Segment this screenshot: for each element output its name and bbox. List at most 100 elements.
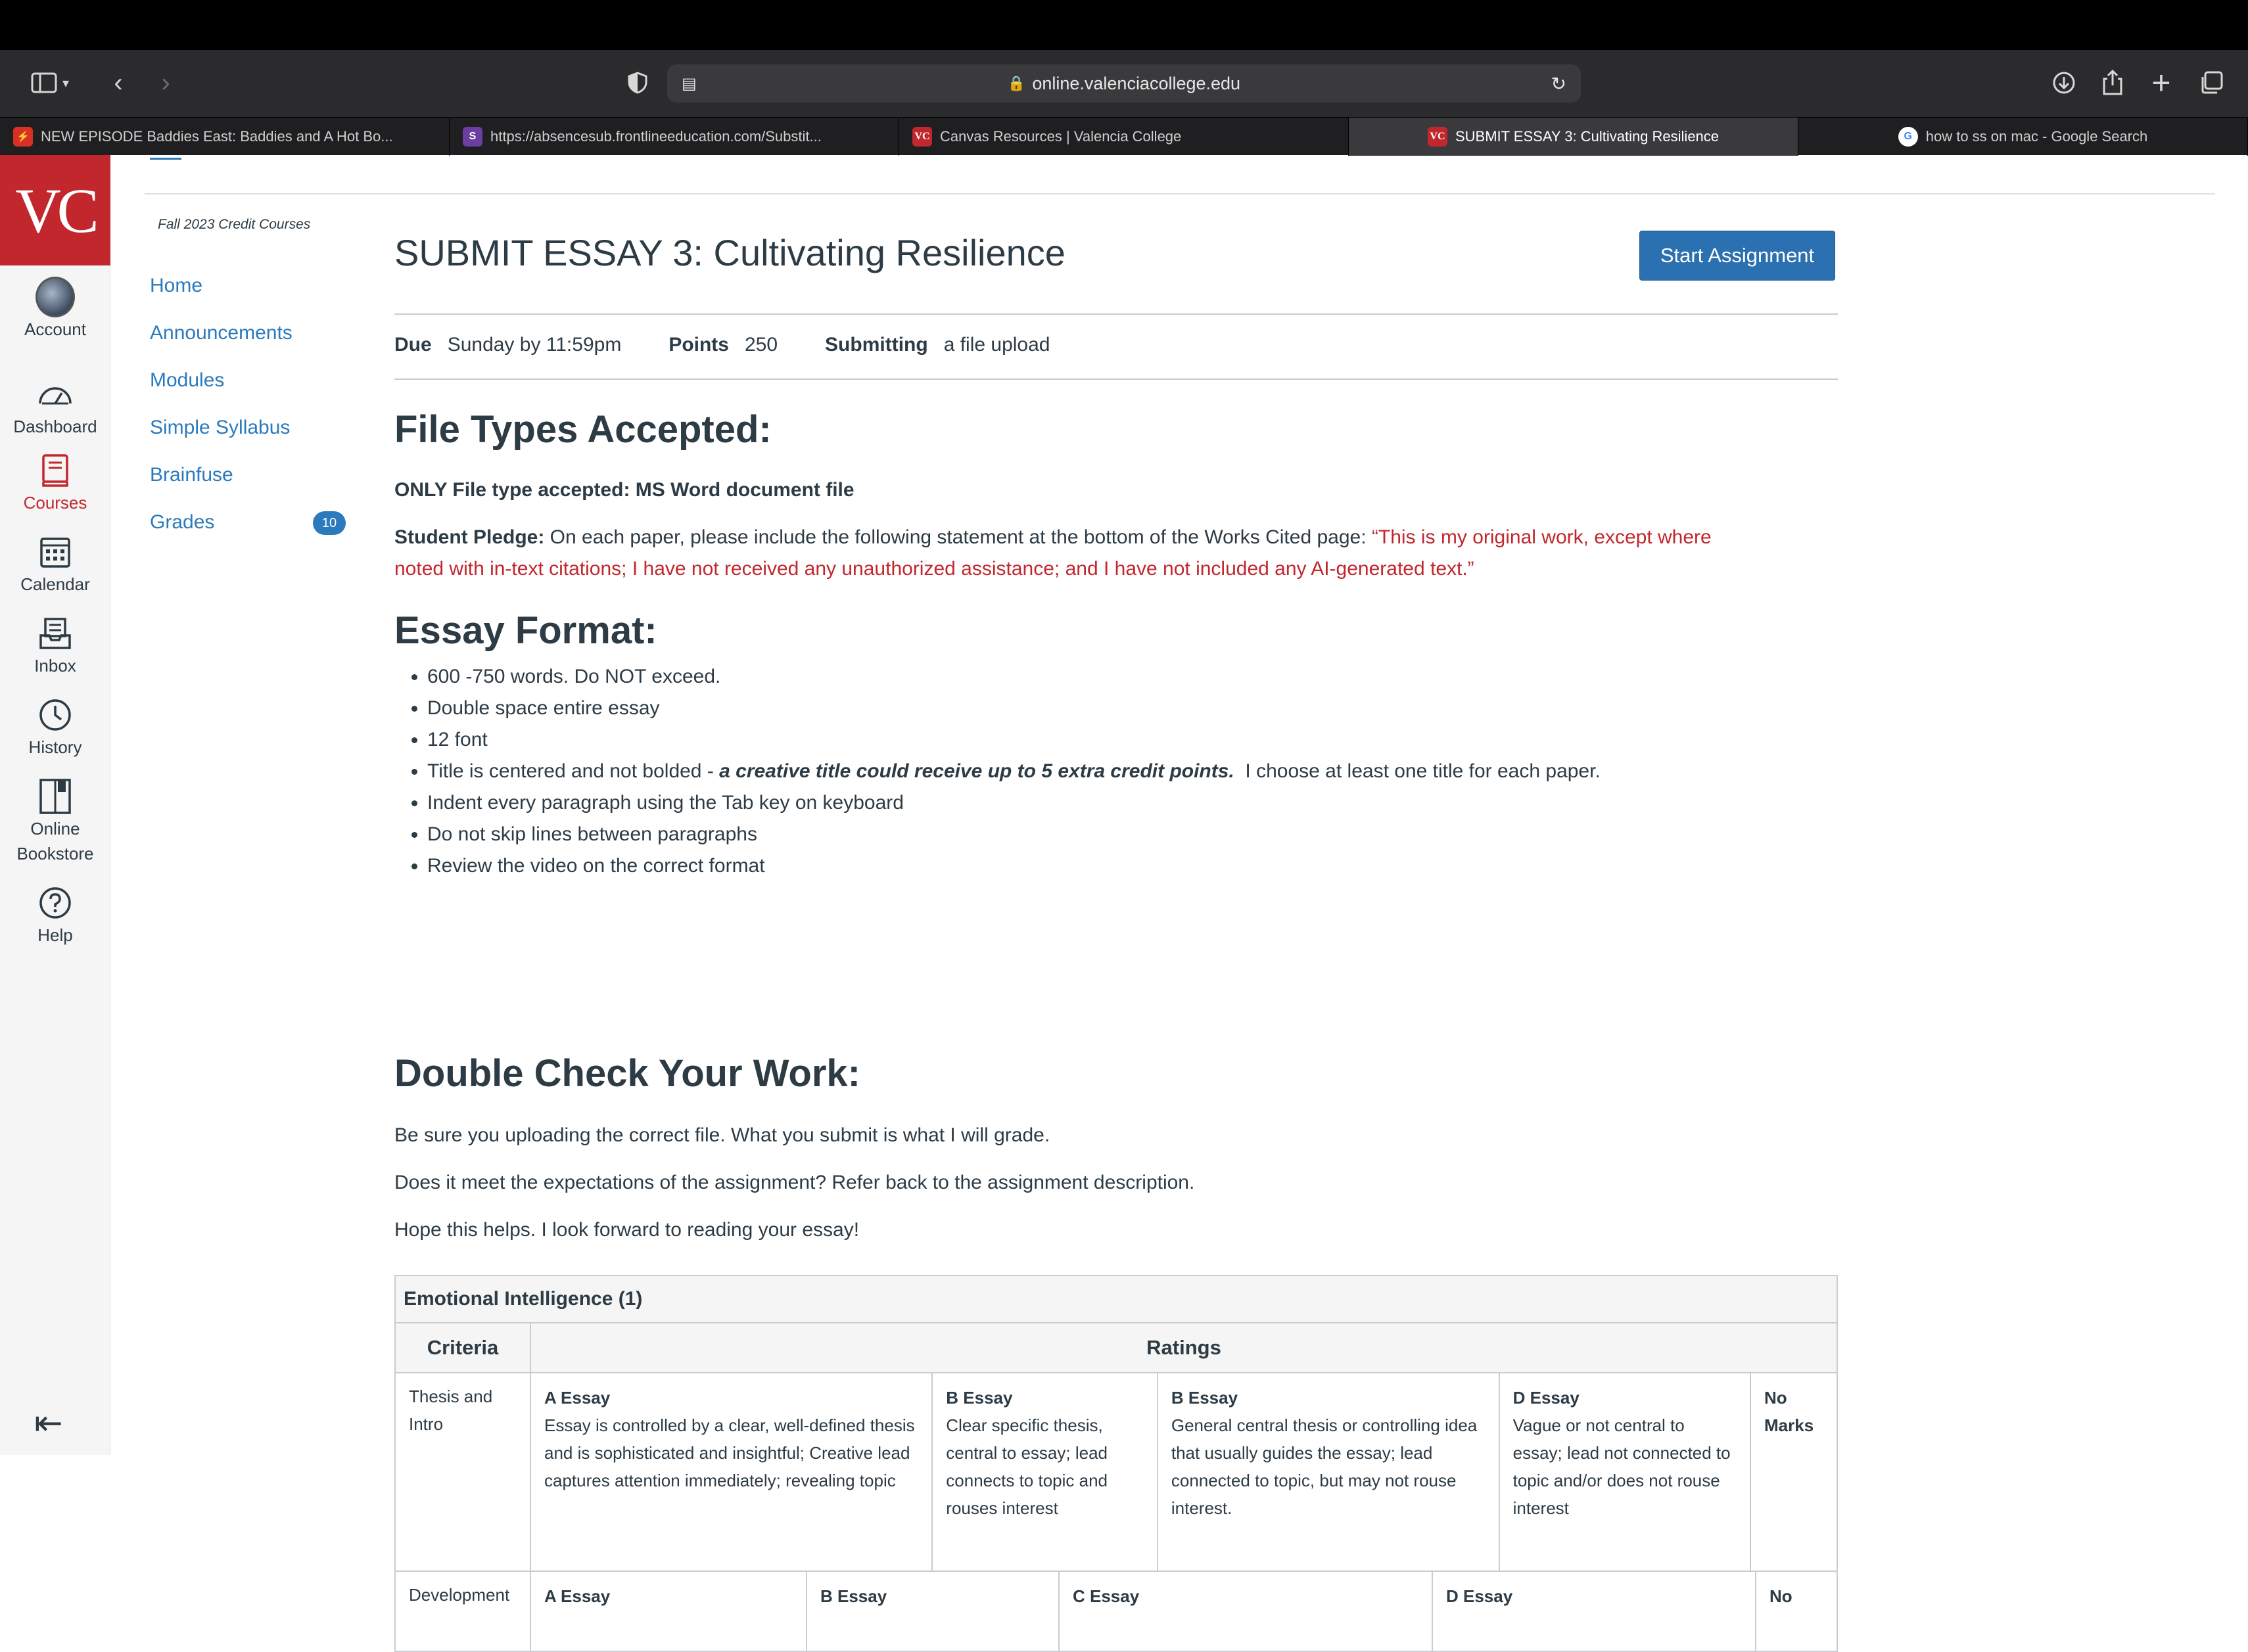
tab-canvas-resources[interactable]: VC Canvas Resources | Valencia College <box>899 118 1349 156</box>
pledge-text: On each paper, please include the follow… <box>544 526 1372 548</box>
points-label: Points <box>668 334 729 356</box>
rating-description: General central thesis or controlling id… <box>1171 1415 1478 1518</box>
pledge-quote: noted with in-text citations; I have not… <box>394 558 1474 580</box>
share-icon[interactable] <box>2098 63 2127 103</box>
rubric-header: Criteria Ratings <box>396 1323 1837 1373</box>
frontline-favicon-icon: S <box>463 127 482 147</box>
tab-overview-icon[interactable] <box>2197 63 2226 103</box>
table-row: Development A Essay B Essay C Essay D Es… <box>396 1572 1837 1651</box>
downloads-icon[interactable] <box>2049 63 2078 103</box>
global-nav-history[interactable]: History <box>0 695 110 760</box>
global-nav-calendar[interactable]: Calendar <box>0 532 110 597</box>
global-nav-help[interactable]: Help <box>0 883 110 948</box>
list-item: 600 -750 words. Do NOT exceed. <box>427 661 1601 693</box>
rating-title: A Essay <box>544 1388 611 1408</box>
vc-favicon-icon: VC <box>912 127 932 147</box>
rating-description: Vague or not central to essay; lead not … <box>1512 1415 1731 1518</box>
course-nav-syllabus[interactable]: Simple Syllabus <box>150 417 290 439</box>
pledge-quote: “This is my original work, except where <box>1371 526 1712 548</box>
submitting-label: Submitting <box>825 334 928 356</box>
rating-title: C Essay <box>1073 1586 1140 1606</box>
course-nav-brainfuse[interactable]: Brainfuse <box>150 464 233 486</box>
sidebar-toggle-icon[interactable]: ▾ <box>24 63 76 103</box>
collapse-nav-icon[interactable]: ⇤ <box>34 1404 63 1443</box>
divider <box>394 379 1838 380</box>
tab-label: Canvas Resources | Valencia College <box>940 128 1182 145</box>
tab-baddies[interactable]: ⚡ NEW EPISODE Baddies East: Baddies and … <box>0 118 450 156</box>
tab-label: SUBMIT ESSAY 3: Cultivating Resilience <box>1455 128 1720 145</box>
rating-title: D Essay <box>1446 1586 1513 1606</box>
global-nav-account[interactable]: Account <box>0 277 110 342</box>
due-value: Sunday by 11:59pm <box>447 334 622 356</box>
heading-double-check: Double Check Your Work: <box>394 1052 860 1095</box>
address-bar[interactable]: ▤ 🔒 online.valenciacollege.edu ↻ <box>667 64 1581 103</box>
bolt-favicon-icon: ⚡ <box>13 127 33 147</box>
tab-absencesub[interactable]: S https://absencesub.frontlineeducation.… <box>450 118 899 156</box>
criterion-name: Thesis and Intro <box>396 1373 531 1571</box>
clock-icon <box>35 695 75 735</box>
double-check-line: Hope this helps. I look forward to readi… <box>394 1219 860 1241</box>
start-assignment-button[interactable]: Start Assignment <box>1639 231 1835 281</box>
forward-icon[interactable]: › <box>152 63 179 103</box>
double-check-line: Be sure you uploading the correct file. … <box>394 1124 1050 1146</box>
reader-icon[interactable]: ▤ <box>682 74 697 93</box>
global-nav-bookstore[interactable]: Online Bookstore <box>0 777 110 866</box>
list-item: Do not skip lines between paragraphs <box>427 819 1601 850</box>
help-icon <box>35 883 75 923</box>
course-nav-grades[interactable]: Grades <box>150 511 214 534</box>
nav-label: History <box>28 737 82 757</box>
course-nav-announcements[interactable]: Announcements <box>150 322 293 344</box>
list-item: Review the video on the correct format <box>427 850 1601 882</box>
rating-cell: C Essay <box>1060 1572 1433 1651</box>
rating-title: No <box>1769 1586 1792 1606</box>
breadcrumb[interactable] <box>150 158 181 160</box>
lock-icon: 🔒 <box>1007 75 1026 91</box>
rating-title: D Essay <box>1512 1388 1580 1408</box>
submitting-value: a file upload <box>943 334 1050 356</box>
tab-submit-essay[interactable]: VC SUBMIT ESSAY 3: Cultivating Resilienc… <box>1349 118 1798 156</box>
global-nav-dashboard[interactable]: Dashboard <box>0 375 110 439</box>
rating-cell: B Essay General central thesis or contro… <box>1158 1373 1500 1571</box>
pledge-label: Student Pledge: <box>394 526 545 548</box>
google-favicon-icon: G <box>1898 127 1918 147</box>
course-nav-home[interactable]: Home <box>150 275 202 297</box>
rubric-title: Emotional Intelligence (1) <box>396 1276 1837 1323</box>
page-title: SUBMIT ESSAY 3: Cultivating Resilience <box>394 232 1065 273</box>
list-item: Title is centered and not bolded - a cre… <box>427 756 1601 787</box>
vc-logo[interactable]: VC <box>0 155 110 265</box>
open-book-icon <box>35 777 75 816</box>
ratings-header: Ratings <box>1146 1336 1221 1359</box>
back-icon[interactable]: ‹ <box>105 63 131 103</box>
rubric-table: Emotional Intelligence (1) Criteria Rati… <box>394 1275 1838 1652</box>
reload-icon[interactable]: ↻ <box>1551 73 1566 95</box>
tab-label: https://absencesub.frontlineeducation.co… <box>490 128 822 145</box>
table-row: Thesis and Intro A Essay Essay is contro… <box>396 1373 1837 1572</box>
rating-description: Essay is controlled by a clear, well-def… <box>544 1415 915 1490</box>
privacy-shield-icon[interactable] <box>623 63 652 103</box>
nav-label: Help <box>37 925 73 945</box>
divider <box>394 313 1838 315</box>
tab-google-search[interactable]: G how to ss on mac - Google Search <box>1798 118 2248 156</box>
rating-cell: No Marks <box>1751 1373 1837 1571</box>
points-value: 250 <box>744 334 778 356</box>
heading-essay-format: Essay Format: <box>394 609 657 652</box>
assignment-details: Due Sunday by 11:59pm Points 250 Submitt… <box>394 334 1050 356</box>
grades-badge: 10 <box>313 511 346 535</box>
tab-strip: ⚡ NEW EPISODE Baddies East: Baddies and … <box>0 117 2248 156</box>
rating-description: Clear specific thesis, central to essay;… <box>946 1415 1108 1518</box>
inbox-icon <box>35 614 75 653</box>
course-nav-modules[interactable]: Modules <box>150 369 224 392</box>
global-nav-courses[interactable]: Courses <box>0 451 110 515</box>
list-item: Double space entire essay <box>427 693 1601 724</box>
url-text: online.valenciacollege.edu <box>1032 73 1241 93</box>
file-type-note: ONLY File type accepted: MS Word documen… <box>394 479 855 501</box>
nav-label: Courses <box>23 493 87 513</box>
vc-favicon-icon: VC <box>1427 127 1447 147</box>
nav-label: Dashboard <box>13 417 97 436</box>
new-tab-icon[interactable]: + <box>2147 63 2176 103</box>
criteria-header: Criteria <box>396 1323 531 1372</box>
global-nav-inbox[interactable]: Inbox <box>0 614 110 678</box>
nav-label: Account <box>24 319 86 339</box>
rating-cell: B Essay Clear specific thesis, central t… <box>933 1373 1158 1571</box>
rating-cell: D Essay <box>1433 1572 1756 1651</box>
